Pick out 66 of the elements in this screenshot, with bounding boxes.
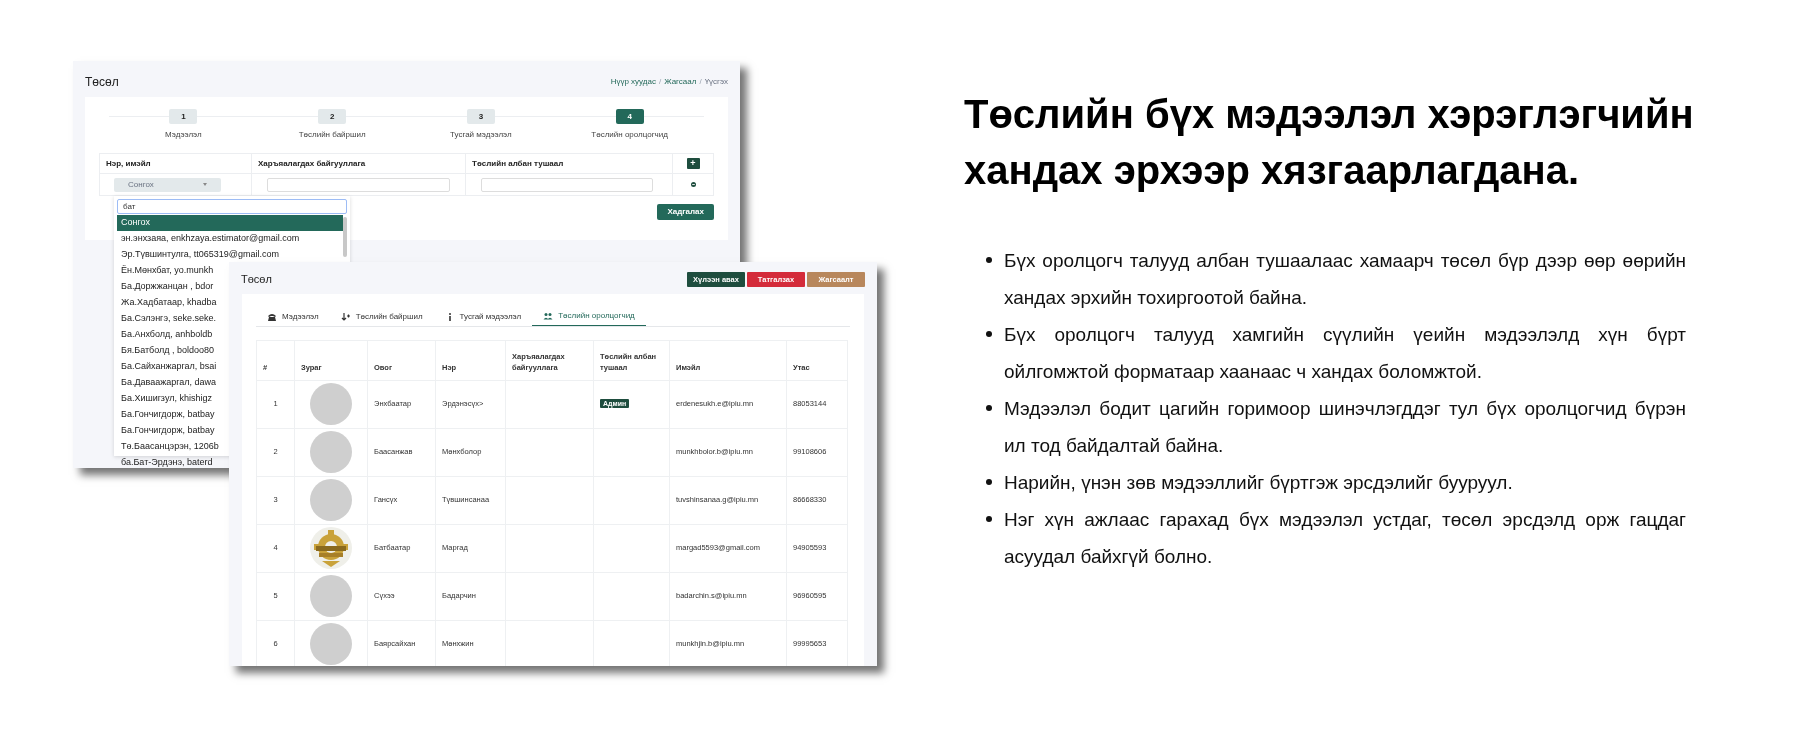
scrollbar[interactable] <box>343 217 347 257</box>
tab[interactable]: Мэдээлэл <box>256 307 330 326</box>
organization-field[interactable] <box>267 177 450 192</box>
column-header: Харъяалагдах байгууллага <box>258 157 366 170</box>
phone-icon <box>267 311 277 322</box>
bullet-icon <box>986 516 992 522</box>
avatar-placeholder <box>310 479 352 521</box>
bullet-icon <box>986 257 992 263</box>
bullet-text: Мэдээлэл бодит цагийн горимоор шинэчлэгддэг тул бүх оролцогчид бүрэн ил тод байдалтай байна. <box>1004 397 1686 458</box>
step-label: Тусгай мэдээлэл <box>450 129 512 141</box>
page-title: Төсөл <box>241 272 272 287</box>
avatar-placeholder <box>310 431 352 473</box>
step-label: Мэдээлэл <box>165 129 202 141</box>
dropdown-option[interactable]: Тө.Баасанцэрэн, 1206b <box>117 439 223 455</box>
page-title: Төсөл <box>85 74 119 91</box>
step-number[interactable]: 3 <box>466 109 495 124</box>
dropdown-option[interactable]: Ён.Мөнхбат, yo.munkh <box>117 263 218 279</box>
bullet-text: Бүх оролцогч талууд албан тушаалаас хамаарч төсөл бүр дээр өөр өөрийн хандах эрхийн тохиргоотой байна. <box>1004 249 1686 310</box>
dropdown-option[interactable]: Ба.Даваажаргал, dawa <box>117 375 221 391</box>
users-icon <box>543 311 554 321</box>
bullet-icon <box>986 331 992 337</box>
tab[interactable]: Төслийн байршил <box>329 307 434 326</box>
bullet-text: Нэг хүн ажлаас гарахад бүх мэдээлэл устдаг, төсөл эрсдэлд орж гацдаг асуудал байхгүй болно. <box>1004 508 1686 569</box>
step-label: Төслийн байршил <box>298 129 366 141</box>
bullet-text: Бүх оролцогч талууд хамгийн сүүлийн үеийн мэдээлэлд хүн бүрт ойлгомжтой форматаар хаанаас ч хандах боломжтой. <box>1004 323 1686 384</box>
avatar-placeholder <box>310 623 352 665</box>
breadcrumb-separator: / <box>699 76 702 88</box>
tab[interactable]: Төслийн оролцогчид <box>532 307 646 326</box>
breadcrumb-link[interactable]: Жагсаал <box>664 76 697 88</box>
dropdown-option[interactable]: Бя.Батболд , boldoo80 <box>117 343 219 359</box>
breadcrumb-separator: / <box>658 76 662 88</box>
step-number[interactable]: 2 <box>318 109 347 124</box>
add-button[interactable]: + <box>686 158 700 169</box>
dropdown-option[interactable]: ба.Бат-Эрдэнэ, baterd <box>117 455 217 471</box>
dropdown-option[interactable]: Ба.Гончигдорж, batbay <box>117 423 219 439</box>
dropdown-option[interactable]: Ба.Сайханжаргал, bsai <box>117 359 221 375</box>
dropdown-option[interactable]: эн.энхзаяа, enkhzaya.estimator@gmail.com <box>117 231 304 247</box>
breadcrumb-current: Үүсгэх <box>704 76 728 88</box>
dropdown-option[interactable]: Ба.Анхболд, anhboldb <box>117 327 217 343</box>
avatar-placeholder <box>310 575 352 617</box>
bullet-text: Нарийн, үнэн зөв мэдээллийг бүртгэж эрсдэлийг бууруул. <box>1004 471 1513 495</box>
avatar-placeholder <box>310 383 352 425</box>
dropdown-option[interactable]: Ба.Сэлэнгэ, seke.seke. <box>117 311 221 327</box>
column-header: Төслийн албан тушаал <box>472 157 564 170</box>
headline: Төслийн бүх мэдээлэл хэрэглэгчийн хандах эрхээр хязгаарлагдана. <box>964 91 1695 194</box>
dropdown-option[interactable]: Ба.Хишигзул, khishigz <box>117 391 216 407</box>
remove-icon[interactable] <box>690 182 696 187</box>
dropdown-option[interactable]: Сонгох <box>117 215 343 231</box>
dropdown-option[interactable]: Ба.Доржжанцан , bdor <box>117 279 218 295</box>
tab[interactable]: Тусгай мэдээлэл <box>433 307 533 326</box>
bullet-icon <box>986 405 992 411</box>
bullet-icon <box>986 479 992 485</box>
dropdown-option[interactable]: Ба.Гончигдорж, batbay <box>117 407 219 423</box>
step-number[interactable]: 1 <box>169 109 198 124</box>
dropdown-option[interactable]: Жа.Хадбатаар, khadba <box>117 295 221 311</box>
sort-icon <box>340 311 351 322</box>
breadcrumb-link[interactable]: Нүүр хуудас <box>610 76 656 88</box>
select-dropdown[interactable]: Сонгох <box>114 177 221 192</box>
step-number[interactable]: 4 <box>615 109 644 124</box>
step-label: Төслийн оролцогчид <box>591 129 668 141</box>
position-field[interactable] <box>481 177 653 192</box>
column-header: Нэр, имэйл <box>106 157 151 170</box>
dropdown-option[interactable]: Эр.Түвшинтулга, tt065319@gmail.com <box>117 247 284 263</box>
search-field[interactable]: бат <box>117 199 347 214</box>
caret-icon <box>203 183 207 186</box>
save-button[interactable]: Хадгалах <box>657 204 714 220</box>
